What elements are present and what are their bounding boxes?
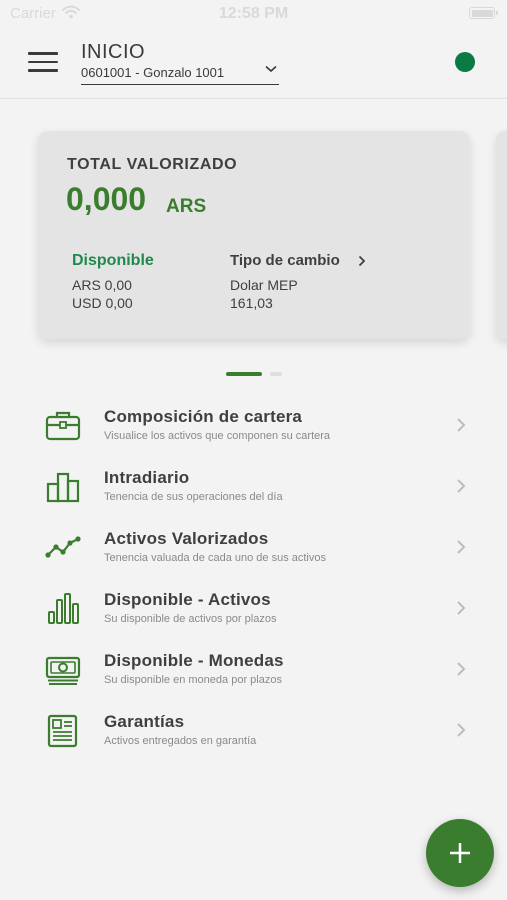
menu-item-title: Activos Valorizados xyxy=(104,529,269,548)
page-title: INICIO xyxy=(81,41,146,63)
chevron-right-icon xyxy=(358,255,366,267)
menu-item-title: Disponible - Monedas xyxy=(104,651,284,670)
menu-item-activos-valorizados[interactable]: Activos Valorizados Tenencia valuada de … xyxy=(0,517,507,578)
menu-item-disponible-activos[interactable]: Disponible - Activos Su disponible de ac… xyxy=(0,578,507,639)
next-card-peek[interactable] xyxy=(496,131,507,339)
chevron-right-icon xyxy=(457,723,466,737)
menu-item-disponible-monedas[interactable]: Disponible - Monedas Su disponible en mo… xyxy=(0,639,507,700)
chevron-right-icon xyxy=(457,662,466,676)
bar-chart-icon xyxy=(48,593,79,624)
menu-item-subtitle: Su disponible de activos por plazos xyxy=(104,613,277,625)
menu-item-intradiario[interactable]: Intradiario Tenencia de sus operaciones … xyxy=(0,456,507,517)
connection-status-indicator xyxy=(455,52,475,72)
chevron-right-icon xyxy=(457,479,466,493)
hamburger-menu-icon[interactable] xyxy=(28,52,58,72)
briefcase-icon xyxy=(45,411,81,441)
menu-item-title: Intradiario xyxy=(104,468,190,487)
portfolio-summary-card[interactable]: TOTAL VALORIZADO 0,000 ARS Disponible AR… xyxy=(38,131,470,339)
menu-item-subtitle: Tenencia valuada de cada uno de sus acti… xyxy=(104,552,326,564)
trend-line-icon xyxy=(45,536,81,558)
chevron-right-icon xyxy=(457,418,466,432)
menu-item-title: Composición de cartera xyxy=(104,407,303,426)
menu-item-subtitle: Visualice los activos que componen su ca… xyxy=(104,430,331,442)
menu-item-subtitle: Tenencia de sus operaciones del día xyxy=(104,491,283,503)
pager-indicator-active[interactable] xyxy=(226,372,262,376)
menu-item-subtitle: Su disponible en moneda por plazos xyxy=(104,674,282,686)
chevron-right-icon xyxy=(457,601,466,615)
battery-icon xyxy=(469,7,498,19)
menu-item-garantias[interactable]: Garantías Activos entregados en garantía xyxy=(0,700,507,761)
add-fab-button[interactable] xyxy=(426,819,494,887)
banknote-icon xyxy=(45,656,81,685)
menu-list: Composición de cartera Visualice los act… xyxy=(0,395,507,761)
exchange-rate-name: Dolar MEP xyxy=(230,277,298,293)
disponible-ars: ARS 0,00 xyxy=(72,277,132,293)
card-title: TOTAL VALORIZADO xyxy=(67,156,238,173)
menu-item-title: Disponible - Activos xyxy=(104,590,271,609)
status-bar: Carrier 12:58 PM xyxy=(0,0,507,28)
plus-icon xyxy=(450,843,470,863)
account-selector[interactable]: 0601001 - Gonzalo 1001 xyxy=(81,64,279,85)
exchange-rate-value: 161,03 xyxy=(230,295,273,311)
account-selector-value: 0601001 - Gonzalo 1001 xyxy=(81,65,225,80)
bar-blocks-icon xyxy=(46,472,80,503)
app-header: INICIO 0601001 - Gonzalo 1001 xyxy=(0,28,507,99)
disponible-usd: USD 0,00 xyxy=(72,295,133,311)
pager-indicator[interactable] xyxy=(270,372,282,376)
chevron-right-icon xyxy=(457,540,466,554)
menu-item-subtitle: Activos entregados en garantía xyxy=(104,735,257,747)
clock: 12:58 PM xyxy=(218,5,289,22)
menu-item-title: Garantías xyxy=(104,712,185,731)
total-amount: 0,000 xyxy=(66,181,147,217)
menu-item-composicion[interactable]: Composición de cartera Visualice los act… xyxy=(0,395,507,456)
document-icon xyxy=(47,714,78,748)
disponible-label: Disponible xyxy=(72,252,154,269)
chevron-down-icon xyxy=(265,65,277,73)
exchange-rate-link[interactable]: Tipo de cambio xyxy=(230,252,340,269)
total-currency: ARS xyxy=(166,196,207,217)
